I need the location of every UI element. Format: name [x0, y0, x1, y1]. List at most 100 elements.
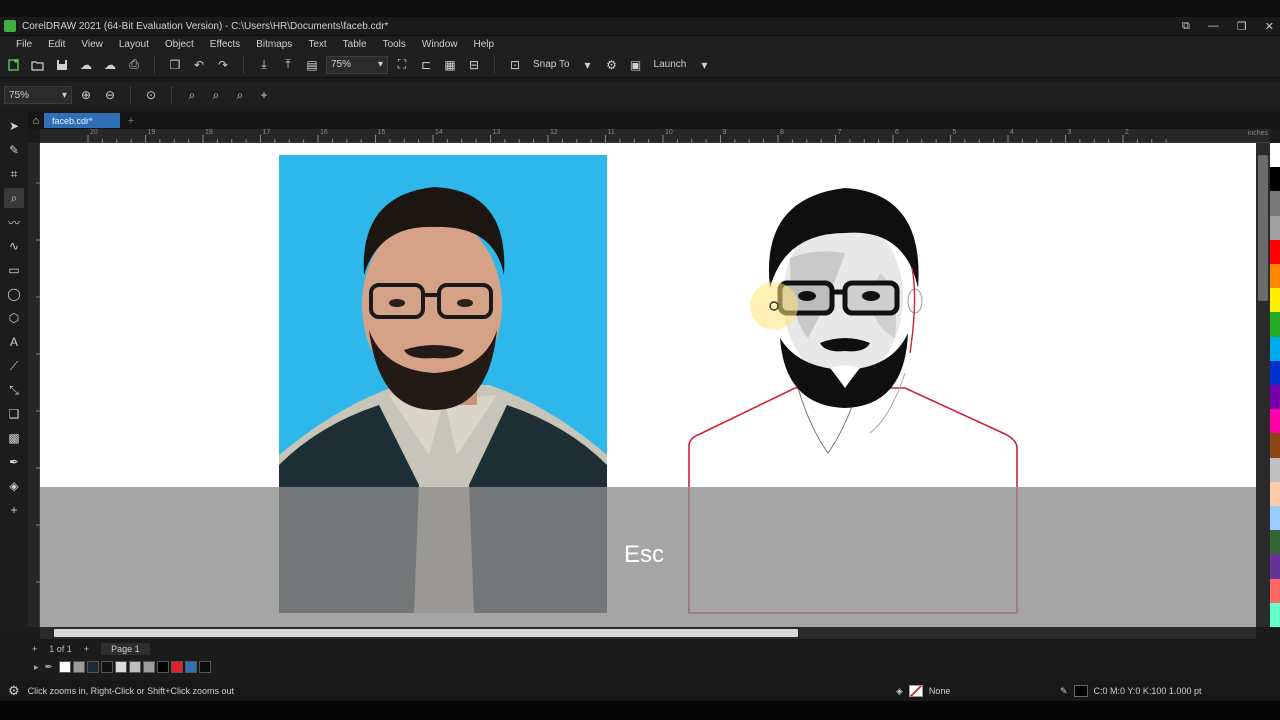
document-palette-swatch[interactable]	[114, 661, 127, 673]
document-palette-swatch[interactable]	[156, 661, 169, 673]
zoom-levels-select[interactable]: 75% ▾	[4, 86, 72, 104]
document-palette-swatch[interactable]	[184, 661, 197, 673]
polygon-tool-icon[interactable]: ⬡	[4, 308, 24, 328]
palette-swatch[interactable]	[1270, 481, 1280, 507]
new-document-icon[interactable]	[4, 55, 24, 75]
crop-tool-icon[interactable]: ⌗	[4, 164, 24, 184]
horizontal-scroll-thumb[interactable]	[54, 629, 798, 637]
text-tool-icon[interactable]: A	[4, 332, 24, 352]
palette-swatch[interactable]	[1270, 239, 1280, 265]
menu-effects[interactable]: Effects	[202, 39, 248, 50]
horizontal-scrollbar[interactable]	[40, 627, 1256, 639]
palette-menu-icon[interactable]: ▸	[34, 662, 39, 673]
zoom-to-all-objects-icon[interactable]: ⌕	[182, 85, 202, 105]
menu-file[interactable]: File	[8, 39, 40, 50]
document-palette-swatch[interactable]	[86, 661, 99, 673]
zoom-to-selected-icon[interactable]: ⊙	[141, 85, 161, 105]
document-palette-swatch[interactable]	[198, 661, 211, 673]
artistic-media-icon[interactable]: ∿	[4, 236, 24, 256]
parallel-dimension-icon[interactable]: ⟋	[4, 356, 24, 376]
palette-swatch[interactable]	[1270, 215, 1280, 240]
launch-icon[interactable]: ▣	[626, 55, 646, 75]
transparency-tool-icon[interactable]: ▩	[4, 428, 24, 448]
palette-swatch[interactable]	[1270, 191, 1280, 216]
interactive-fill-icon[interactable]: ◈	[4, 476, 24, 496]
menu-edit[interactable]: Edit	[40, 39, 73, 50]
home-icon[interactable]: ⌂	[28, 112, 44, 129]
menu-table[interactable]: Table	[335, 39, 375, 50]
close-button[interactable]: ✕	[1265, 20, 1274, 33]
show-rulers-icon[interactable]: ⊏	[416, 55, 436, 75]
document-palette-swatch[interactable]	[58, 661, 71, 673]
launch-dropdown[interactable]: Launch	[650, 59, 691, 70]
chevron-down-icon[interactable]: ▾	[578, 55, 598, 75]
palette-swatch[interactable]	[1270, 409, 1280, 434]
zoom-tool-icon[interactable]: ⌕	[4, 188, 24, 208]
pick-tool-icon[interactable]: ➤	[4, 116, 24, 136]
cloud-upload-icon[interactable]: ☁	[76, 55, 96, 75]
document-palette-swatch[interactable]	[128, 661, 141, 673]
menu-text[interactable]: Text	[300, 39, 334, 50]
cloud-download-icon[interactable]: ☁	[100, 55, 120, 75]
document-palette-swatch[interactable]	[100, 661, 113, 673]
vertical-scrollbar[interactable]	[1256, 143, 1270, 627]
menu-tools[interactable]: Tools	[375, 39, 414, 50]
zoom-level-select[interactable]: 75% ▾	[326, 55, 388, 74]
redo-icon[interactable]: ↷	[213, 55, 233, 75]
import-icon[interactable]: ⤓	[254, 55, 274, 75]
undo-icon[interactable]: ↶	[189, 55, 209, 75]
restore-panel-icon[interactable]: ⧉	[1182, 20, 1190, 33]
copy-icon[interactable]: ❐	[165, 55, 185, 75]
palette-swatch[interactable]	[1270, 385, 1280, 410]
document-palette-swatch[interactable]	[170, 661, 183, 673]
connector-tool-icon[interactable]: ⤡	[4, 380, 24, 400]
document-tab-faceb[interactable]: faceb.cdr*	[44, 113, 120, 128]
menu-help[interactable]: Help	[466, 39, 503, 50]
palette-swatch[interactable]	[1270, 530, 1280, 555]
settings-gear-icon[interactable]: ⚙	[8, 683, 20, 699]
palette-swatch[interactable]	[1270, 264, 1280, 289]
chevron-down-icon[interactable]: ▾	[694, 55, 714, 75]
zoom-to-page-icon[interactable]: ⌕	[206, 85, 226, 105]
add-page-after-icon[interactable]: +	[84, 644, 89, 654]
zoom-in-icon[interactable]: ⊕	[76, 85, 96, 105]
shape-tool-icon[interactable]: ✎	[4, 140, 24, 160]
palette-swatch[interactable]	[1270, 506, 1280, 531]
eyedropper-icon[interactable]: ✒	[4, 452, 24, 472]
menu-layout[interactable]: Layout	[111, 39, 157, 50]
document-palette-swatch[interactable]	[72, 661, 85, 673]
save-icon[interactable]	[52, 55, 72, 75]
new-tab-icon[interactable]: +	[124, 114, 138, 128]
menu-bitmaps[interactable]: Bitmaps	[248, 39, 300, 50]
add-icon[interactable]: +	[254, 85, 274, 105]
rectangle-tool-icon[interactable]: ▭	[4, 260, 24, 280]
vertical-scroll-thumb[interactable]	[1258, 155, 1268, 301]
show-guidelines-icon[interactable]: ⊟	[464, 55, 484, 75]
palette-swatch[interactable]	[1270, 578, 1280, 603]
options-gear-icon[interactable]: ⚙	[602, 55, 622, 75]
minimize-button[interactable]: —	[1208, 20, 1219, 32]
menu-window[interactable]: Window	[414, 39, 466, 50]
vertical-ruler[interactable]	[28, 143, 40, 627]
snap-to-dropdown[interactable]: Snap To	[529, 59, 574, 70]
palette-swatch[interactable]	[1270, 167, 1280, 192]
palette-swatch[interactable]	[1270, 336, 1280, 361]
document-palette-swatch[interactable]	[142, 661, 155, 673]
menu-view[interactable]: View	[73, 39, 111, 50]
horizontal-ruler[interactable]: 20 19 18 17 16 15 14 13 12 11 10 9 8 7 6 5 4 3 2 inches	[40, 129, 1270, 143]
export-icon[interactable]: ⤒	[278, 55, 298, 75]
show-grid-icon[interactable]: ▦	[440, 55, 460, 75]
palette-swatch[interactable]	[1270, 360, 1280, 386]
palette-swatch[interactable]	[1270, 602, 1280, 628]
eyedropper-icon[interactable]: ✒	[45, 662, 53, 673]
print-icon[interactable]: ⎙	[124, 55, 144, 75]
page-tab-1[interactable]: Page 1	[101, 643, 150, 655]
full-screen-icon[interactable]: ⛶	[392, 55, 412, 75]
palette-swatch[interactable]	[1270, 554, 1280, 579]
palette-swatch[interactable]	[1270, 143, 1280, 168]
outline-indicator[interactable]: ✎ C:0 M:0 Y:0 K:100 1.000 pt	[1060, 681, 1201, 701]
palette-swatch[interactable]	[1270, 288, 1280, 313]
ellipse-tool-icon[interactable]: ◯	[4, 284, 24, 304]
palette-swatch[interactable]	[1270, 433, 1280, 458]
zoom-out-icon[interactable]: ⊖	[100, 85, 120, 105]
